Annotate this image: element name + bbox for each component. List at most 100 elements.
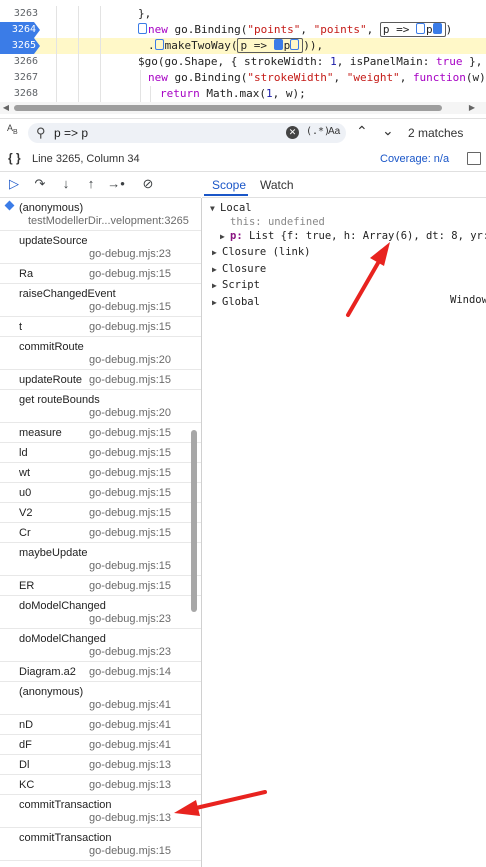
- call-frame[interactable]: doModelChanged go-debug.mjs:23: [0, 596, 201, 629]
- call-frame[interactable]: doModelChanged go-debug.mjs:23: [0, 629, 201, 662]
- toggle-panel-icon[interactable]: [467, 152, 481, 165]
- call-frame[interactable]: Diagram.a2 go-debug.mjs:14: [0, 662, 201, 682]
- call-frame-location: testModellerDir...velopment:3265: [28, 215, 189, 227]
- replace-toggle-icon[interactable]: AB: [7, 123, 18, 136]
- call-frame-name: u0: [19, 487, 32, 499]
- call-frame[interactable]: t go-debug.mjs:15: [0, 317, 201, 337]
- horizontal-scroll-thumb[interactable]: [14, 105, 442, 111]
- call-frame-name: commitRoute: [19, 341, 84, 353]
- line-number[interactable]: 3264: [0, 22, 40, 38]
- collapsed-triangle-icon[interactable]: ▶: [212, 262, 222, 278]
- call-frame[interactable]: V2 go-debug.mjs:15: [0, 503, 201, 523]
- scope-var-p[interactable]: ▶ p: List {f: true, h: Array(6), dt: 8, y…: [220, 228, 486, 244]
- regex-toggle-button[interactable]: (.*): [306, 126, 330, 137]
- call-frame-location: go-debug.mjs:15: [89, 427, 171, 439]
- call-frame[interactable]: maybeUpdate go-debug.mjs:15: [0, 543, 201, 576]
- call-frame-name: ld: [19, 447, 28, 459]
- step-over-icon[interactable]: ↷: [30, 176, 50, 192]
- call-frame-name: (anonymous): [19, 686, 84, 698]
- scroll-right-icon[interactable]: ▶: [466, 102, 478, 114]
- call-frame[interactable]: updateRoute go-debug.mjs:15: [0, 370, 201, 390]
- call-frame[interactable]: dF go-debug.mjs:41: [0, 735, 201, 755]
- line-number[interactable]: 3268: [0, 86, 42, 102]
- code-line[interactable]: 3268 return Math.max(1, w);: [0, 86, 486, 102]
- code-line-current[interactable]: 3265 . makeTwoWay(p => p)),: [0, 38, 486, 54]
- deactivate-breakpoints-icon[interactable]: ⊘: [138, 176, 158, 192]
- call-frame[interactable]: Dl go-debug.mjs:13: [0, 755, 201, 775]
- call-frame[interactable]: raiseChangedEvent go-debug.mjs:15: [0, 284, 201, 317]
- match-case-button[interactable]: Aa: [328, 126, 340, 137]
- line-number[interactable]: 3263: [0, 6, 42, 22]
- call-frame[interactable]: get routeBounds go-debug.mjs:20: [0, 390, 201, 423]
- pretty-print-icon[interactable]: { }: [8, 151, 21, 165]
- tab-watch[interactable]: Watch: [260, 178, 294, 192]
- call-frame-name: Ra: [19, 268, 34, 280]
- previous-match-icon[interactable]: ⌃: [356, 123, 368, 140]
- coverage-link[interactable]: Coverage: n/a: [380, 153, 449, 165]
- expanded-triangle-icon[interactable]: ▼: [210, 201, 220, 217]
- call-frame-location: go-debug.mjs:15: [89, 845, 171, 857]
- call-frame-location: go-debug.mjs:41: [89, 699, 171, 711]
- clear-search-icon[interactable]: ✕: [286, 126, 299, 139]
- call-frame-name: measure: [19, 427, 62, 439]
- call-frame[interactable]: commitRoute go-debug.mjs:20: [0, 337, 201, 370]
- call-frame-location: go-debug.mjs:13: [89, 779, 171, 791]
- code-line-breakpoint[interactable]: 3264 new go.Binding("points", "points", …: [0, 22, 486, 38]
- code-line[interactable]: 3267 new go.Binding("strokeWidth", "weig…: [0, 70, 486, 86]
- call-frame-location: go-debug.mjs:13: [89, 812, 171, 824]
- call-frame[interactable]: u0 go-debug.mjs:15: [0, 483, 201, 503]
- global-value: Window: [450, 294, 486, 306]
- call-stack-scrollbar[interactable]: [191, 430, 197, 612]
- line-number[interactable]: 3265: [0, 38, 40, 54]
- collapsed-triangle-icon[interactable]: ▶: [220, 229, 230, 245]
- call-frame[interactable]: nD go-debug.mjs:41: [0, 715, 201, 735]
- call-frame-name: doModelChanged: [19, 600, 106, 612]
- scroll-left-icon[interactable]: ◀: [0, 102, 12, 114]
- horizontal-scrollbar[interactable]: ◀ ▶: [0, 102, 486, 114]
- code-text: },: [138, 7, 152, 20]
- call-frame[interactable]: measure go-debug.mjs:15: [0, 423, 201, 443]
- collapsed-triangle-icon[interactable]: ▶: [212, 278, 222, 294]
- next-match-icon[interactable]: ⌃: [382, 121, 394, 138]
- call-frame[interactable]: ER go-debug.mjs:15: [0, 576, 201, 596]
- inline-breakpoint-marker[interactable]: [138, 23, 147, 34]
- call-frame-location: go-debug.mjs:15: [89, 467, 171, 479]
- code-editor[interactable]: 3263 }, 3264 new go.Binding("points", "p…: [0, 0, 486, 102]
- step-icon[interactable]: →•: [106, 176, 126, 192]
- call-frame-location: go-debug.mjs:14: [89, 666, 171, 678]
- step-into-icon[interactable]: ↓: [56, 176, 76, 192]
- collapsed-triangle-icon[interactable]: ▶: [212, 245, 222, 261]
- search-field[interactable]: ⚲ ✕ (.*) Aa: [28, 123, 346, 143]
- call-frame[interactable]: (anonymous) testModellerDir...velopment:3…: [0, 198, 201, 231]
- call-frame-location: go-debug.mjs:23: [89, 248, 171, 260]
- collapsed-triangle-icon[interactable]: ▶: [212, 295, 222, 311]
- call-frame[interactable]: wt go-debug.mjs:15: [0, 463, 201, 483]
- call-frame[interactable]: commitTransaction go-debug.mjs:15: [0, 828, 201, 861]
- call-frame[interactable]: Ra go-debug.mjs:15: [0, 264, 201, 284]
- resume-icon[interactable]: ▷: [4, 176, 24, 192]
- call-frame[interactable]: updateSource go-debug.mjs:23: [0, 231, 201, 264]
- step-out-icon[interactable]: ↑: [81, 176, 101, 192]
- code-line[interactable]: 3266 $go(go.Shape, { strokeWidth: 1, isP…: [0, 54, 486, 70]
- tab-scope[interactable]: Scope: [212, 178, 246, 192]
- scope-closure-link[interactable]: ▶ Closure (link): [212, 244, 311, 260]
- scope-script[interactable]: ▶ Script: [212, 277, 260, 293]
- call-frame-name: ER: [19, 580, 35, 592]
- call-frame-location: go-debug.mjs:15: [89, 374, 171, 386]
- call-frame-name: updateSource: [19, 235, 88, 247]
- line-number[interactable]: 3266: [0, 54, 42, 70]
- scope-global[interactable]: ▶ Global: [212, 294, 260, 310]
- call-frame-name: updateRoute: [19, 374, 82, 386]
- search-input[interactable]: [54, 125, 284, 141]
- code-line[interactable]: 3263 },: [0, 6, 486, 22]
- match-count: 2 matches: [408, 126, 464, 140]
- call-frame[interactable]: commitTransaction go-debug.mjs:13: [0, 795, 201, 828]
- call-stack-list[interactable]: (anonymous) testModellerDir...velopment:3…: [0, 198, 202, 867]
- line-number[interactable]: 3267: [0, 70, 42, 86]
- call-frame[interactable]: ld go-debug.mjs:15: [0, 443, 201, 463]
- scope-tree: ▼ Local this: undefined ▶ p: List {f: true…: [202, 198, 486, 867]
- call-frame[interactable]: (anonymous) go-debug.mjs:41: [0, 682, 201, 715]
- scope-closure[interactable]: ▶ Closure: [212, 261, 266, 277]
- call-frame[interactable]: Cr go-debug.mjs:15: [0, 523, 201, 543]
- call-frame[interactable]: KC go-debug.mjs:13: [0, 775, 201, 795]
